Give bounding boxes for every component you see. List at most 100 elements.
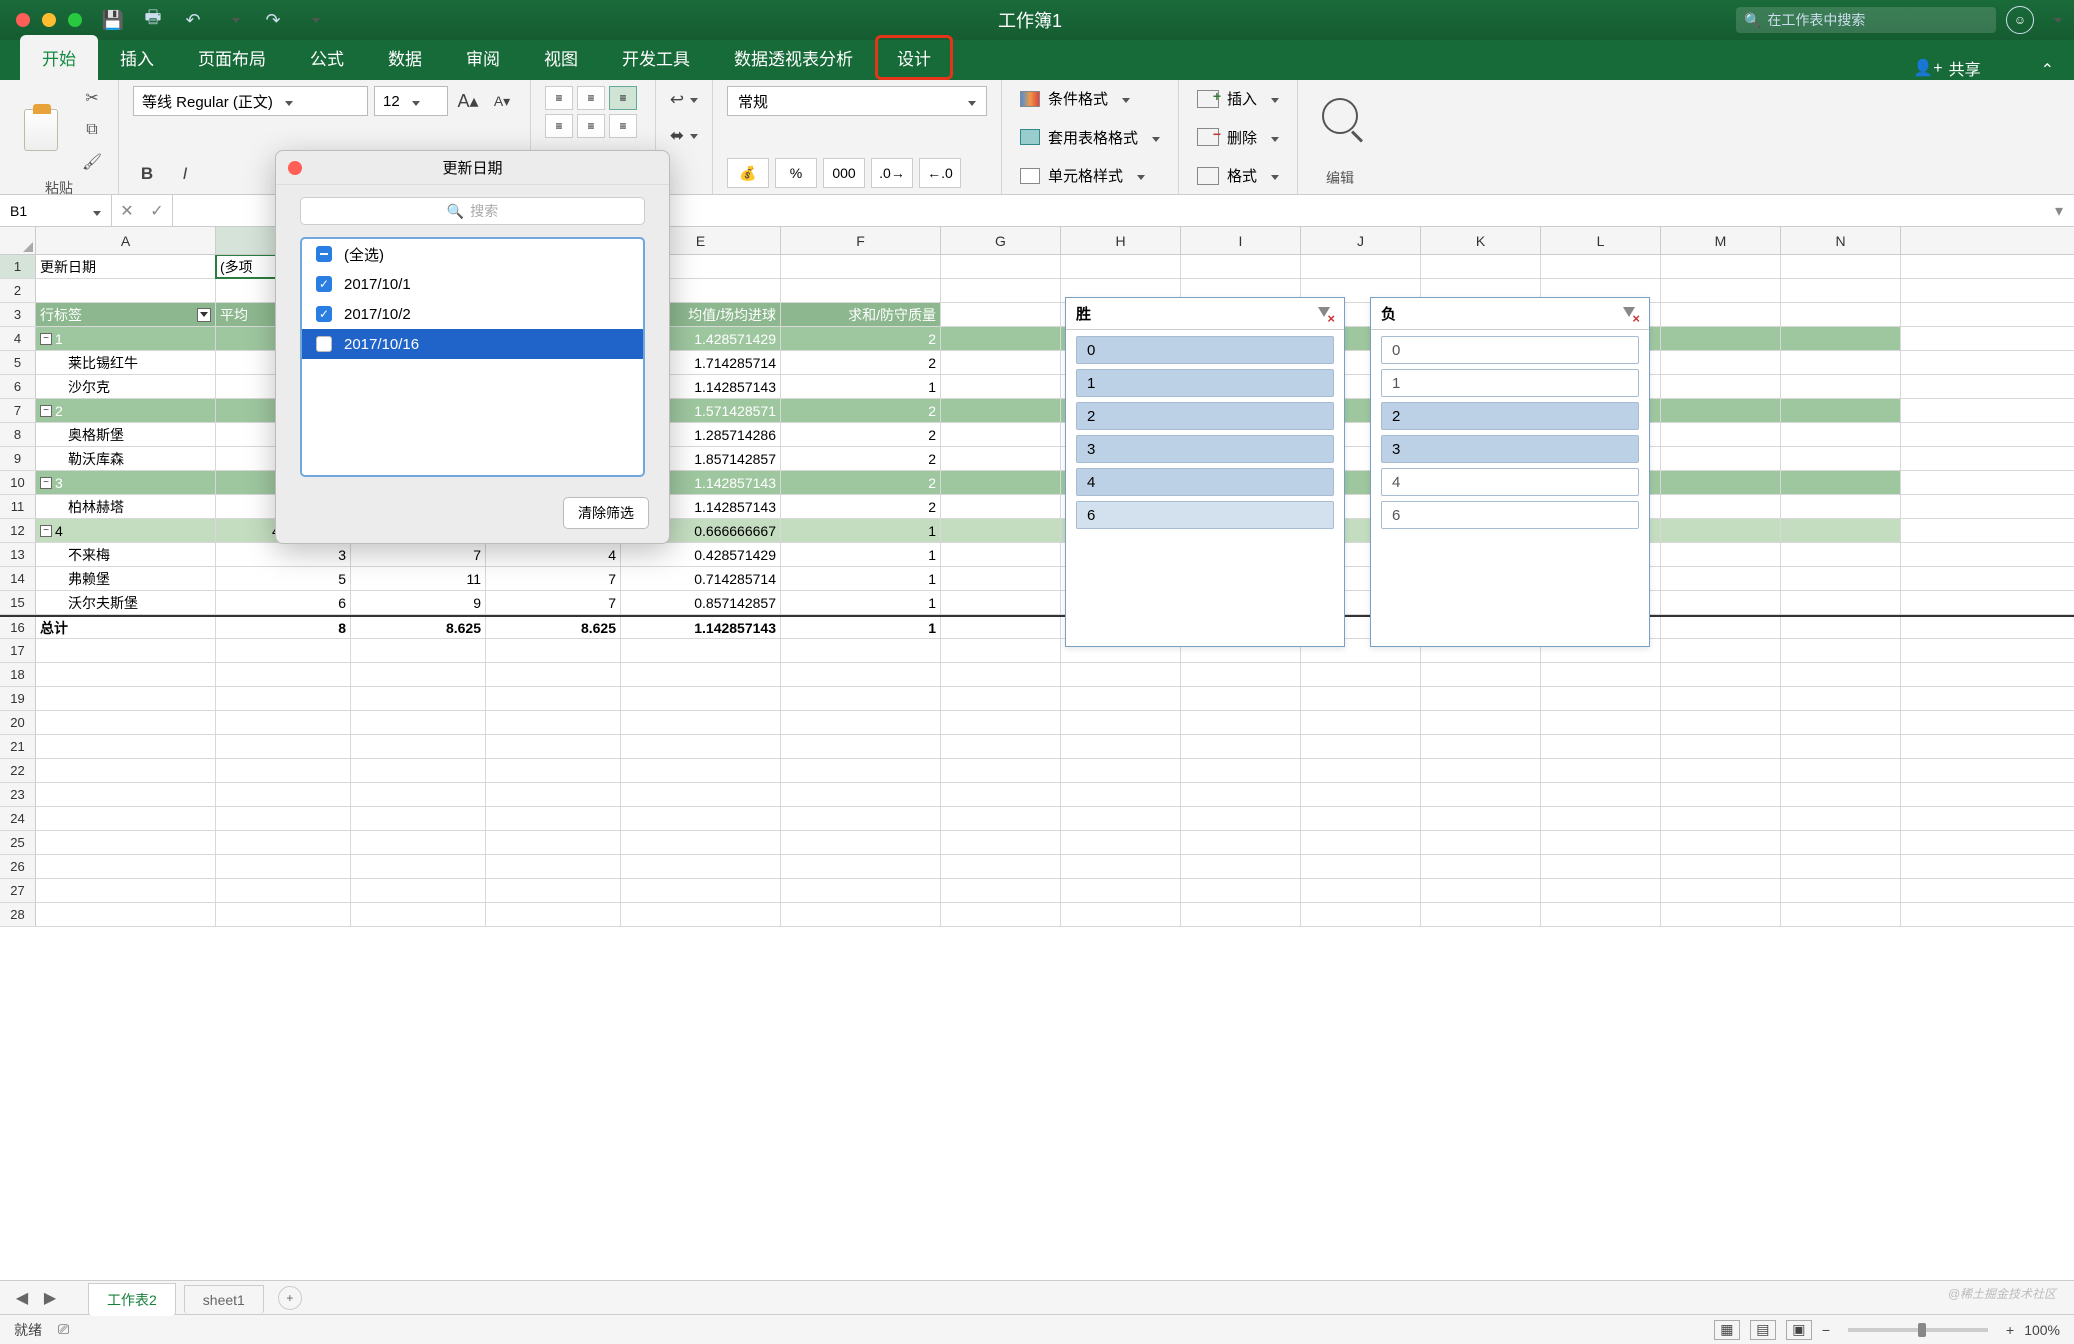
cell-G28[interactable] (941, 903, 1061, 926)
checkbox[interactable] (316, 336, 332, 352)
slicer-item-0[interactable]: 0 (1381, 336, 1639, 364)
align-center[interactable]: ≡ (577, 114, 605, 138)
cell-F13[interactable]: 1 (781, 543, 941, 566)
increase-decimal[interactable]: .0→ (871, 158, 913, 188)
cell-L18[interactable] (1541, 663, 1661, 686)
cell-D20[interactable] (486, 711, 621, 734)
cell-E26[interactable] (621, 855, 781, 878)
cell-G20[interactable] (941, 711, 1061, 734)
cell-K20[interactable] (1421, 711, 1541, 734)
merge-cells[interactable]: ⬌ (670, 122, 698, 150)
col-header-F[interactable]: F (781, 227, 941, 254)
cell-B13[interactable]: 3 (216, 543, 351, 566)
qat-customize[interactable] (302, 9, 324, 31)
cell-I20[interactable] (1181, 711, 1301, 734)
cell-G9[interactable] (941, 447, 1061, 470)
cell-N2[interactable] (1781, 279, 1901, 302)
cell-M28[interactable] (1661, 903, 1781, 926)
cell-F26[interactable] (781, 855, 941, 878)
print-icon[interactable]: 🖶 (142, 9, 164, 31)
cell-H18[interactable] (1061, 663, 1181, 686)
cell-F17[interactable] (781, 639, 941, 662)
row-header-11[interactable]: 11 (0, 495, 36, 518)
cell-A22[interactable] (36, 759, 216, 782)
close-icon[interactable] (288, 161, 302, 175)
row-header-22[interactable]: 22 (0, 759, 36, 782)
cell-N9[interactable] (1781, 447, 1901, 470)
cell-J25[interactable] (1301, 831, 1421, 854)
cell-F19[interactable] (781, 687, 941, 710)
slicer-clear-icon[interactable] (1314, 304, 1334, 324)
cell-D16[interactable]: 8.625 (486, 617, 621, 638)
cell-B23[interactable] (216, 783, 351, 806)
paste-button[interactable] (14, 105, 68, 155)
cell-E14[interactable]: 0.714285714 (621, 567, 781, 590)
cell-L19[interactable] (1541, 687, 1661, 710)
cell-H23[interactable] (1061, 783, 1181, 806)
cell-A5[interactable]: 莱比锡红牛 (36, 351, 216, 374)
cell-A7[interactable]: −2 (36, 399, 216, 422)
filter-item-0[interactable]: ✓2017/10/1 (302, 269, 643, 299)
delete-cells[interactable]: 删除 (1193, 125, 1283, 150)
increase-font-icon[interactable]: A▴ (454, 87, 482, 115)
cell-G24[interactable] (941, 807, 1061, 830)
cell-K24[interactable] (1421, 807, 1541, 830)
cell-H21[interactable] (1061, 735, 1181, 758)
slicer-item-1[interactable]: 1 (1076, 369, 1334, 397)
number-format-selector[interactable]: 常规 (727, 86, 987, 116)
collapse-icon[interactable]: − (40, 525, 52, 537)
cell-I1[interactable] (1181, 255, 1301, 278)
collapse-ribbon-icon[interactable]: ⌃ (2041, 60, 2054, 80)
slicer-负[interactable]: 负012346 (1370, 297, 1650, 647)
cell-H25[interactable] (1061, 831, 1181, 854)
currency-button[interactable]: 💰 (727, 158, 769, 188)
checkbox-mixed[interactable] (316, 246, 332, 262)
view-normal[interactable]: ▦ (1714, 1320, 1740, 1340)
cell-B24[interactable] (216, 807, 351, 830)
cell-H28[interactable] (1061, 903, 1181, 926)
cell-A16[interactable]: 总计 (36, 617, 216, 638)
confirm-icon[interactable]: ✓ (142, 201, 172, 221)
slicer-胜[interactable]: 胜012346 (1065, 297, 1345, 647)
cell-J26[interactable] (1301, 855, 1421, 878)
row-header-7[interactable]: 7 (0, 399, 36, 422)
slicer-item-6[interactable]: 6 (1381, 501, 1639, 529)
cell-C21[interactable] (351, 735, 486, 758)
cell-M3[interactable] (1661, 303, 1781, 326)
cell-D28[interactable] (486, 903, 621, 926)
cell-K22[interactable] (1421, 759, 1541, 782)
cell-E23[interactable] (621, 783, 781, 806)
cell-M27[interactable] (1661, 879, 1781, 902)
cell-C23[interactable] (351, 783, 486, 806)
cell-A3[interactable]: 行标签 (36, 303, 216, 326)
cell-F4[interactable]: 2 (781, 327, 941, 350)
row-header-6[interactable]: 6 (0, 375, 36, 398)
cell-D26[interactable] (486, 855, 621, 878)
cell-B14[interactable]: 5 (216, 567, 351, 590)
slicer-item-3[interactable]: 3 (1381, 435, 1639, 463)
cell-A27[interactable] (36, 879, 216, 902)
cell-D22[interactable] (486, 759, 621, 782)
cell-E18[interactable] (621, 663, 781, 686)
cell-N6[interactable] (1781, 375, 1901, 398)
cell-D19[interactable] (486, 687, 621, 710)
tab-view[interactable]: 视图 (522, 35, 600, 80)
cell-M18[interactable] (1661, 663, 1781, 686)
cell-F28[interactable] (781, 903, 941, 926)
cell-G12[interactable] (941, 519, 1061, 542)
cell-N27[interactable] (1781, 879, 1901, 902)
cell-F25[interactable] (781, 831, 941, 854)
row-header-21[interactable]: 21 (0, 735, 36, 758)
cell-G5[interactable] (941, 351, 1061, 374)
row-header-17[interactable]: 17 (0, 639, 36, 662)
cell-F12[interactable]: 1 (781, 519, 941, 542)
cell-F3[interactable]: 求和/防守质量 (781, 303, 941, 326)
cell-N3[interactable] (1781, 303, 1901, 326)
row-header-14[interactable]: 14 (0, 567, 36, 590)
cell-M9[interactable] (1661, 447, 1781, 470)
cell-C13[interactable]: 7 (351, 543, 486, 566)
cell-N12[interactable] (1781, 519, 1901, 542)
cell-N26[interactable] (1781, 855, 1901, 878)
cell-H22[interactable] (1061, 759, 1181, 782)
cell-E19[interactable] (621, 687, 781, 710)
